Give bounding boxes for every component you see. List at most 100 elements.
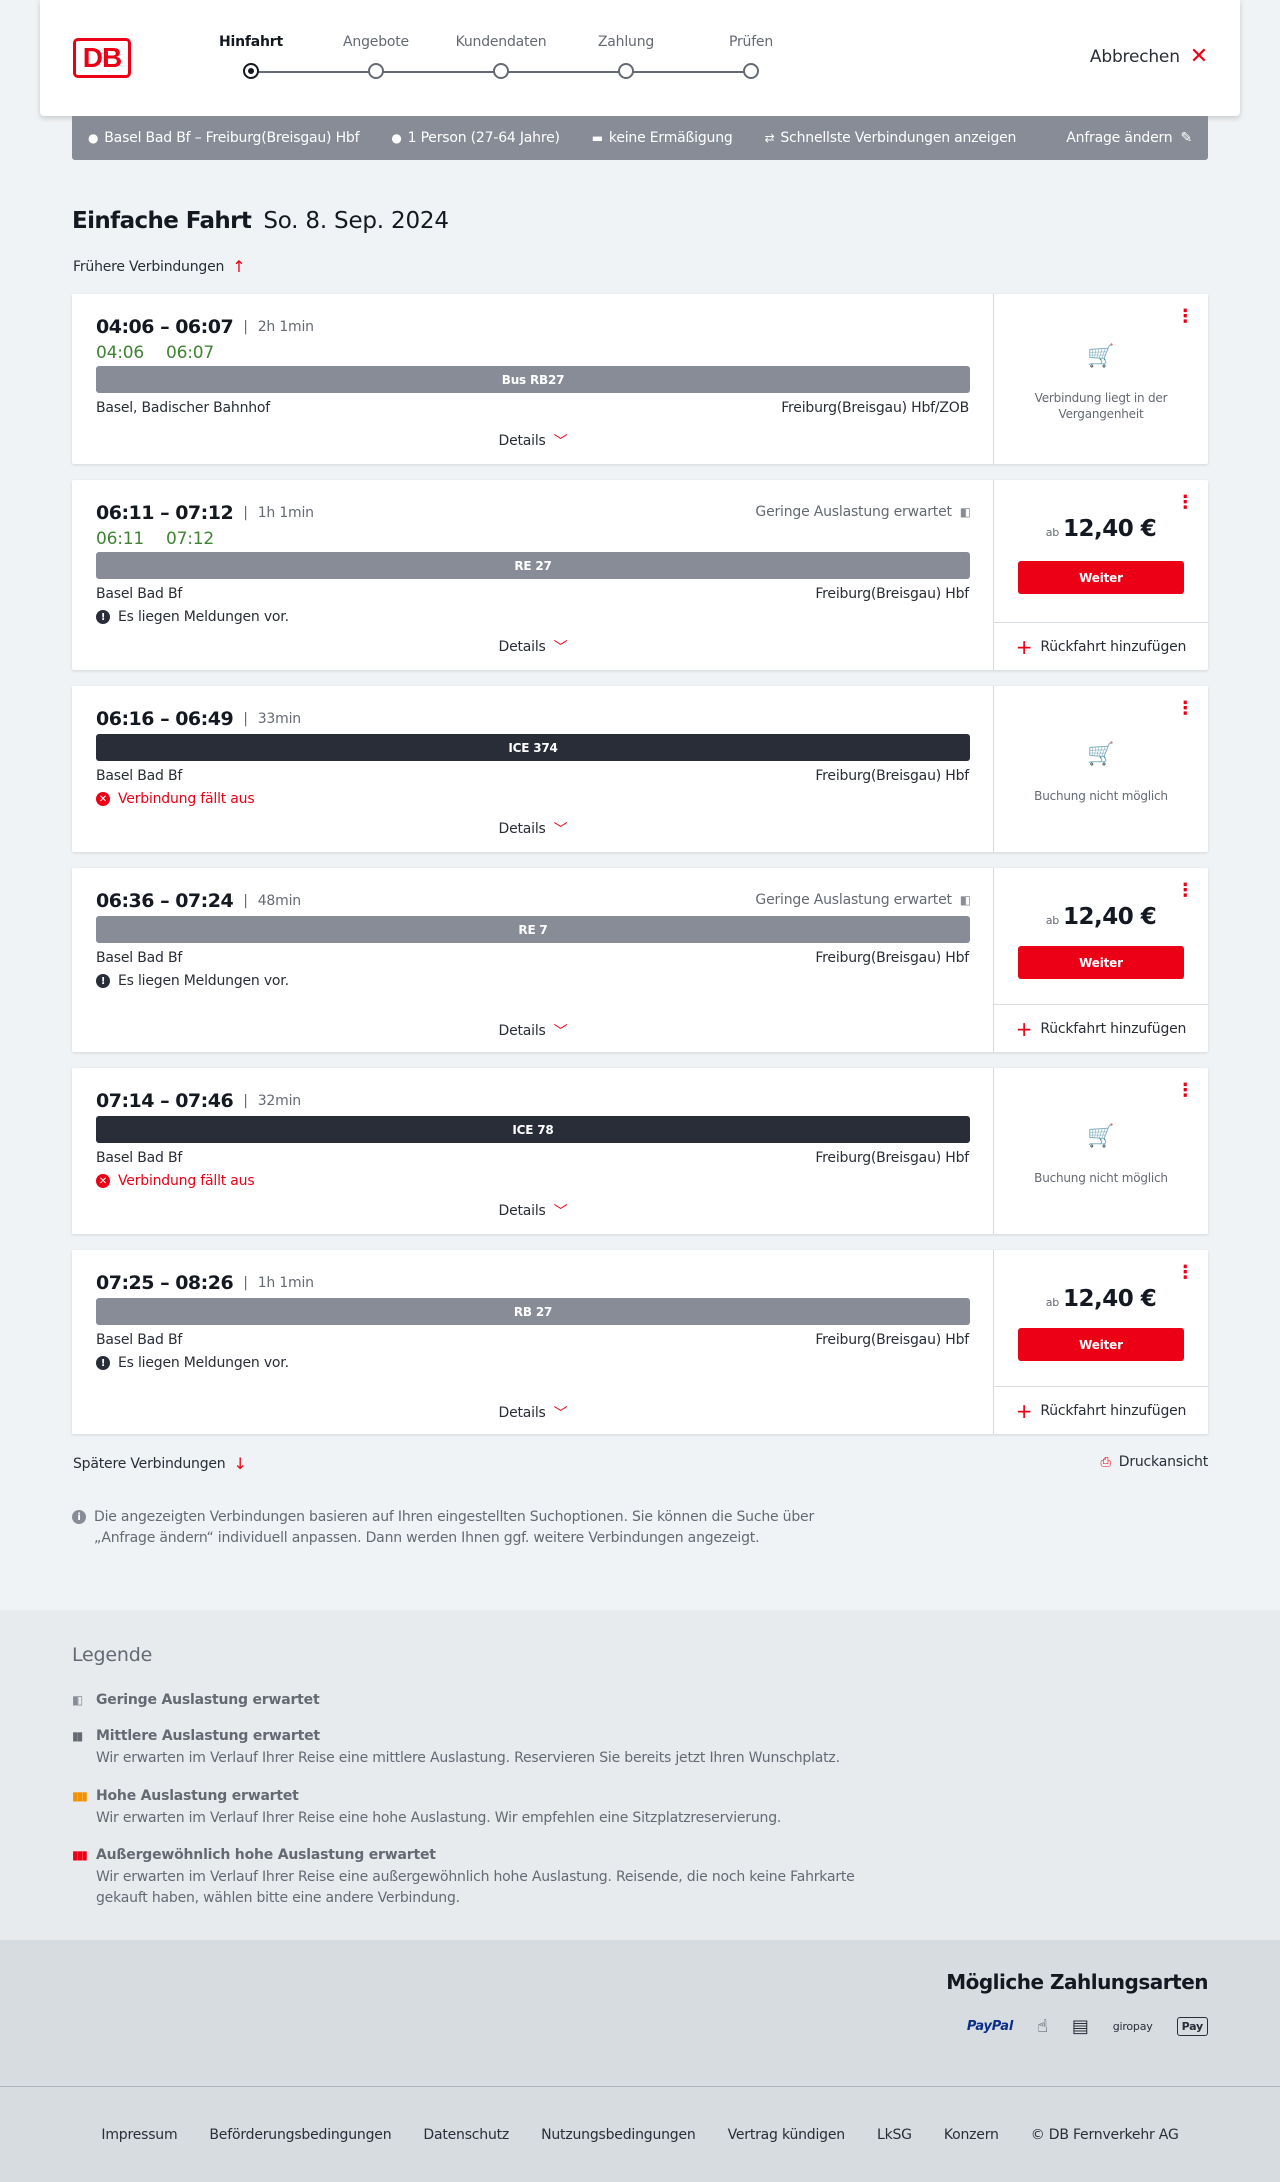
details-toggle[interactable]: Details ﹀ xyxy=(72,431,994,451)
connection-card[interactable]: 06:16 – 06:49 | 33min ICE 374 Basel Bad Bf… xyxy=(72,686,1208,852)
more-options-icon[interactable]: ⋮ xyxy=(1176,308,1194,326)
step-angebote: Angebote xyxy=(316,34,436,79)
arrow-up-icon: ↑ xyxy=(232,257,246,276)
footer: Impressum Beförderungsbedingungen Datens… xyxy=(0,2086,1280,2182)
cancel-button[interactable]: Abbrechen ✕ xyxy=(1090,46,1208,68)
footer-link-befoerderungsbedingungen[interactable]: Beförderungsbedingungen xyxy=(209,2127,391,2143)
edit-request-button[interactable]: Anfrage ändern ✎ xyxy=(1066,130,1192,146)
train-bar[interactable]: ICE 78 xyxy=(96,1116,970,1143)
train-bar[interactable]: Bus RB27 xyxy=(96,366,970,393)
message-notice[interactable]: ! Es liegen Meldungen vor. xyxy=(96,609,289,625)
details-toggle[interactable]: Details ﹀ xyxy=(72,1201,994,1221)
close-icon: ✕ xyxy=(1189,44,1208,69)
footer-link-datenschutz[interactable]: Datenschutz xyxy=(423,2127,509,2143)
chevron-down-icon: ﹀ xyxy=(553,822,568,838)
connection-card[interactable]: 06:36 – 07:24 | 48min Geringe Auslastung e… xyxy=(72,868,1208,1052)
train-bar[interactable]: RB 27 xyxy=(96,1298,970,1325)
credit-card-hand-icon: ☝ xyxy=(1037,2016,1048,2037)
occupancy-indicator: Geringe Auslastung erwartet ▮▯ xyxy=(755,892,971,908)
db-logo[interactable]: DB xyxy=(73,38,131,78)
price: ab 12,40 € xyxy=(1045,516,1157,542)
departure-station: Basel Bad Bf xyxy=(96,1332,183,1348)
footer-link-lksg[interactable]: LkSG xyxy=(877,2127,912,2143)
location-pin-icon: ● xyxy=(88,131,99,145)
train-bar[interactable]: RE 7 xyxy=(96,916,970,943)
continue-button[interactable]: Weiter xyxy=(1018,1328,1184,1361)
step-dot xyxy=(743,63,759,79)
chevron-down-icon: ﹀ xyxy=(553,1024,568,1040)
connection-main: 04:06 – 06:07 | 2h 1min 04:06 06:07 Bus RB2… xyxy=(72,294,994,464)
arrival-station: Freiburg(Breisgau) Hbf xyxy=(815,1332,969,1348)
exclamation-icon: ! xyxy=(96,610,110,624)
occupancy-very-high-icon: ▮▮▮ xyxy=(72,1848,88,1862)
apple-pay-icon: Pay xyxy=(1176,2017,1208,2036)
train-bar[interactable]: RE 27 xyxy=(96,552,970,579)
cancel-circle-icon: ✕ xyxy=(96,792,110,806)
search-summary-bar: ● Basel Bad Bf – Freiburg(Breisgau) Hbf ●… xyxy=(72,116,1208,160)
connection-side: ⋮ 🛒 Buchung nicht möglich xyxy=(994,1068,1208,1234)
occupancy-indicator: Geringe Auslastung erwartet ▮▯ xyxy=(755,504,971,520)
price: ab 12,40 € xyxy=(1045,904,1157,930)
connection-main: 06:16 – 06:49 | 33min ICE 374 Basel Bad Bf… xyxy=(72,686,994,852)
header: DB Hinfahrt Angebote Kundendaten Zahlung… xyxy=(40,0,1240,116)
later-connections-link[interactable]: Spätere Verbindungen ↓ xyxy=(73,1454,247,1473)
payment-logos: PayPal ☝ ▤ giropay Pay xyxy=(967,2016,1208,2037)
details-toggle[interactable]: Details ﹀ xyxy=(72,637,994,657)
cart-unavailable-icon: 🛒 xyxy=(1087,344,1115,369)
info-icon: i xyxy=(72,1510,86,1524)
earlier-connections-link[interactable]: Frühere Verbindungen ↑ xyxy=(73,257,246,276)
legend-item: ▮▮ Mittlere Auslastung erwartet Wir erwar… xyxy=(72,1728,840,1766)
cancel-circle-icon: ✕ xyxy=(96,1174,110,1188)
payment-methods-section: Mögliche Zahlungsarten PayPal ☝ ▤ giropa… xyxy=(0,1940,1280,2086)
message-notice[interactable]: ! Es liegen Meldungen vor. xyxy=(96,1355,289,1371)
chevron-down-icon: ﹀ xyxy=(553,434,568,450)
print-view-link[interactable]: ⎙ Druckansicht xyxy=(1100,1454,1209,1470)
connection-side: ⋮ 🛒 Verbindung liegt in der Vergangenhei… xyxy=(994,294,1208,464)
connection-card[interactable]: 07:25 – 08:26 | 1h 1min RB 27 Basel Bad Bf… xyxy=(72,1250,1208,1434)
continue-button[interactable]: Weiter xyxy=(1018,561,1184,594)
add-return-button[interactable]: + Rückfahrt hinzufügen xyxy=(994,1004,1208,1052)
footer-link-konzern[interactable]: Konzern xyxy=(944,2127,999,2143)
footer-link-impressum[interactable]: Impressum xyxy=(101,2127,177,2143)
train-bar[interactable]: ICE 374 xyxy=(96,734,970,761)
add-return-button[interactable]: + Rückfahrt hinzufügen xyxy=(994,1386,1208,1434)
cart-unavailable-icon: 🛒 xyxy=(1087,742,1115,767)
occupancy-high-icon: ▮▮▮ xyxy=(72,1789,88,1803)
plus-icon: + xyxy=(1015,634,1033,659)
departure-station: Basel Bad Bf xyxy=(96,950,183,966)
details-toggle[interactable]: Details ﹀ xyxy=(72,1021,994,1041)
progress-steps: Hinfahrt Angebote Kundendaten Zahlung Pr… xyxy=(180,34,773,94)
footer-link-vertrag-kuendigen[interactable]: Vertrag kündigen xyxy=(728,2127,846,2143)
step-dot xyxy=(368,63,384,79)
details-toggle[interactable]: Details ﹀ xyxy=(72,1403,994,1423)
more-options-icon[interactable]: ⋮ xyxy=(1176,882,1194,900)
add-return-button[interactable]: + Rückfahrt hinzufügen xyxy=(994,622,1208,670)
legend-item: ▮▮▮ Hohe Auslastung erwartet Wir erwarten… xyxy=(72,1788,782,1826)
arrival-station: Freiburg(Breisgau) Hbf xyxy=(815,950,969,966)
pencil-icon: ✎ xyxy=(1180,130,1192,146)
connection-side: ⋮ ab 12,40 € Weiter + Rückfahrt hinzufügen xyxy=(994,868,1208,1052)
step-dot xyxy=(243,63,259,79)
footer-copyright: © DB Fernverkehr AG xyxy=(1030,2126,1179,2143)
realtime: 06:11 07:12 xyxy=(96,529,214,549)
cart-unavailable-icon: 🛒 xyxy=(1087,1124,1115,1149)
connection-card[interactable]: 07:14 – 07:46 | 32min ICE 78 Basel Bad Bf … xyxy=(72,1068,1208,1234)
connection-side: ⋮ ab 12,40 € Weiter + Rückfahrt hinzufügen xyxy=(994,1250,1208,1434)
more-options-icon[interactable]: ⋮ xyxy=(1176,494,1194,512)
more-options-icon[interactable]: ⋮ xyxy=(1176,1264,1194,1282)
connection-card[interactable]: 06:11 – 07:12 | 1h 1min Geringe Auslastung… xyxy=(72,480,1208,670)
swap-arrows-icon: ⇄ xyxy=(764,131,775,145)
more-options-icon[interactable]: ⋮ xyxy=(1176,1082,1194,1100)
continue-button[interactable]: Weiter xyxy=(1018,946,1184,979)
connection-main: 06:11 – 07:12 | 1h 1min Geringe Auslastung… xyxy=(72,480,994,670)
footer-link-nutzungsbedingungen[interactable]: Nutzungsbedingungen xyxy=(541,2127,696,2143)
connection-card[interactable]: 04:06 – 06:07 | 2h 1min 04:06 06:07 Bus RB2… xyxy=(72,294,1208,464)
giropay-icon: giropay xyxy=(1112,2020,1153,2033)
more-options-icon[interactable]: ⋮ xyxy=(1176,700,1194,718)
message-notice[interactable]: ! Es liegen Meldungen vor. xyxy=(96,973,289,989)
printer-icon: ⎙ xyxy=(1100,1454,1111,1470)
exclamation-icon: ! xyxy=(96,974,110,988)
departure-station: Basel, Badischer Bahnhof xyxy=(96,400,271,416)
details-toggle[interactable]: Details ﹀ xyxy=(72,819,994,839)
step-hinfahrt: Hinfahrt xyxy=(191,34,311,79)
